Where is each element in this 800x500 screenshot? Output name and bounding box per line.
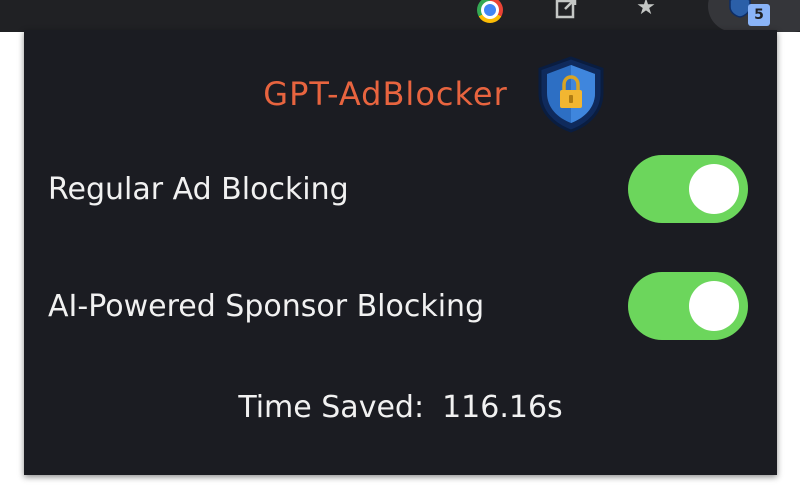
app-title: GPT-AdBlocker — [263, 75, 508, 113]
ai-sponsor-blocking-toggle[interactable] — [628, 272, 748, 340]
regular-ad-blocking-toggle[interactable] — [628, 155, 748, 223]
time-saved: Time Saved: 116.16s — [24, 390, 777, 425]
setting-label: Regular Ad Blocking — [48, 171, 349, 207]
extension-badge: 5 — [748, 4, 770, 26]
shield-lock-icon — [538, 56, 604, 133]
share-icon[interactable] — [550, 0, 582, 24]
time-saved-label: Time Saved: — [238, 390, 425, 425]
toggle-knob — [689, 281, 739, 331]
setting-row-ai-sponsor-blocking: AI-Powered Sponsor Blocking — [48, 272, 748, 340]
time-saved-value: 116.16s — [442, 390, 563, 425]
toggle-knob — [689, 164, 739, 214]
extension-popup: GPT-AdBlocker Regular Ad Blocking AI-Pow… — [24, 30, 777, 475]
popup-header: GPT-AdBlocker — [24, 56, 777, 133]
chrome-icon[interactable] — [474, 0, 506, 24]
setting-row-regular-ad-blocking: Regular Ad Blocking — [48, 155, 748, 223]
browser-toolbar: ★ 5 — [0, 0, 800, 32]
bookmark-star-icon[interactable]: ★ — [630, 0, 662, 24]
setting-label: AI-Powered Sponsor Blocking — [48, 288, 485, 324]
